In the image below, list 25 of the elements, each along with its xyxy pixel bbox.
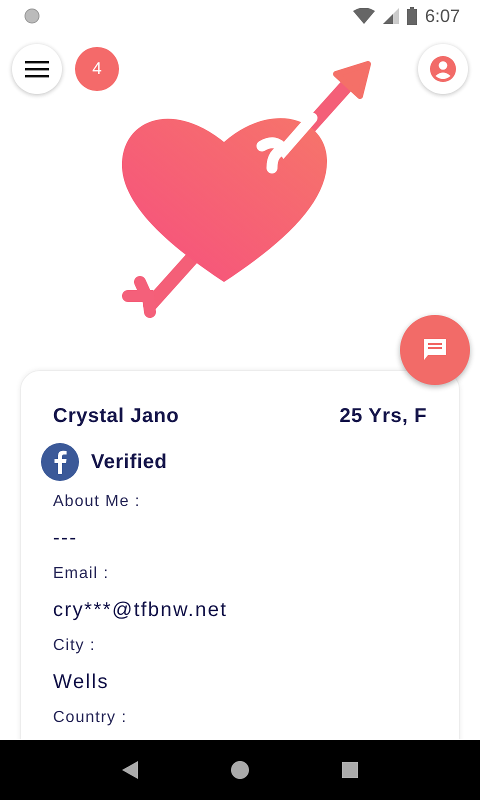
clock-time: 6:07 (424, 4, 460, 28)
field-value: Wells (53, 671, 110, 693)
notification-dot-icon (24, 8, 40, 24)
user-icon (430, 56, 456, 82)
notification-count[interactable]: 4 (75, 47, 119, 91)
verified-label: Verified (91, 450, 168, 475)
field-value: cry***@tfbnw.net (53, 599, 228, 621)
age-gender: 25 Yrs, F (339, 404, 427, 429)
back-icon[interactable] (122, 761, 138, 779)
field-label: About Me : (53, 493, 140, 510)
home-icon[interactable] (230, 761, 249, 779)
field-value: --- (53, 527, 78, 549)
chat-button[interactable] (400, 315, 470, 385)
field-label: Email : (53, 565, 109, 582)
signal-icon (382, 8, 399, 24)
battery-icon (406, 7, 417, 25)
menu-button[interactable] (12, 44, 62, 94)
menu-icon (25, 60, 49, 78)
field-label: Country : (53, 709, 127, 726)
recents-icon[interactable] (342, 762, 358, 778)
profile-name: Crystal Jano (53, 404, 180, 429)
field-label: City : (53, 637, 96, 654)
facebook-icon (41, 443, 79, 481)
wifi-icon (352, 8, 375, 24)
profile-button[interactable] (418, 44, 468, 94)
